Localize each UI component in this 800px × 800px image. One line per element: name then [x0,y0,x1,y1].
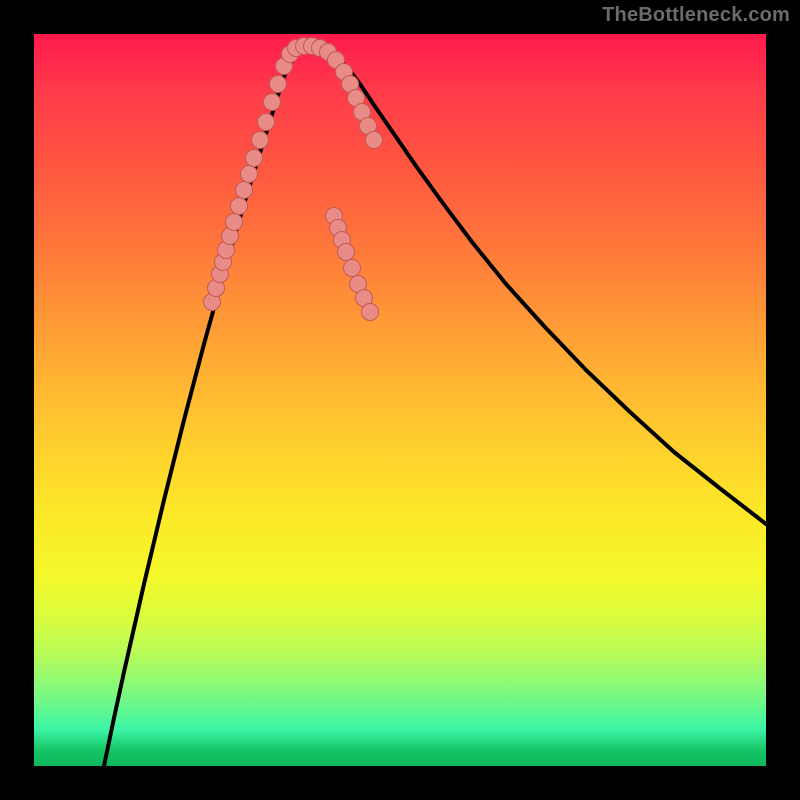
data-point [258,114,275,131]
data-point [344,260,361,277]
data-point [241,166,258,183]
data-point [252,132,269,149]
data-point [236,182,253,199]
chart-container: TheBottleneck.com [0,0,800,800]
plot-area [34,34,766,766]
data-point [270,76,287,93]
data-point [338,244,355,261]
data-point [362,304,379,321]
data-point [264,94,281,111]
curve-path [104,46,766,766]
data-point [226,214,243,231]
watermark-text: TheBottleneck.com [602,4,790,27]
data-point [366,132,383,149]
data-point [231,198,248,215]
chart-svg [34,34,766,766]
data-point [246,150,263,167]
